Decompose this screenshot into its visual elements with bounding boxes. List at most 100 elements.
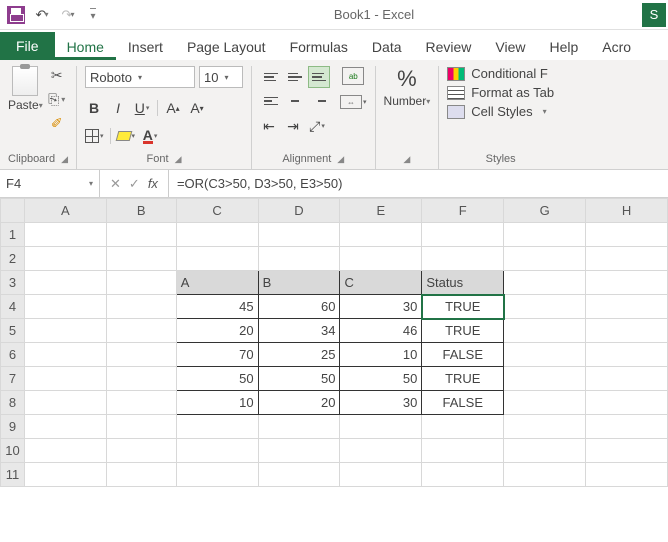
row-header[interactable]: 3 [1, 271, 25, 295]
cell[interactable] [586, 343, 668, 367]
cell[interactable]: 20 [176, 319, 258, 343]
column-header[interactable]: B [106, 199, 176, 223]
cell[interactable] [586, 391, 668, 415]
row-header[interactable]: 9 [1, 415, 25, 439]
align-bottom-button[interactable] [308, 66, 330, 88]
cell[interactable]: 70 [176, 343, 258, 367]
number-format-button[interactable]: Number▾ [384, 94, 431, 108]
cell[interactable] [422, 247, 504, 271]
cell-grid[interactable]: ABCDEFGH123ABCStatus4456030TRUE5203446TR… [0, 198, 668, 487]
paste-button[interactable]: Paste▾ [8, 98, 43, 112]
cell[interactable] [504, 223, 586, 247]
cell[interactable]: 10 [176, 391, 258, 415]
cell[interactable] [422, 463, 504, 487]
cell[interactable] [340, 463, 422, 487]
cell[interactable] [422, 223, 504, 247]
row-header[interactable]: 7 [1, 367, 25, 391]
cell[interactable] [106, 439, 176, 463]
cell[interactable] [24, 295, 106, 319]
row-header[interactable]: 6 [1, 343, 25, 367]
tab-view[interactable]: View [483, 33, 537, 60]
enter-formula-button[interactable]: ✓ [129, 176, 140, 192]
select-all-corner[interactable] [1, 199, 25, 223]
cell[interactable] [106, 223, 176, 247]
format-painter-button[interactable] [47, 114, 67, 132]
cell[interactable] [340, 439, 422, 463]
tab-formulas[interactable]: Formulas [278, 33, 360, 60]
column-header[interactable]: E [340, 199, 422, 223]
tab-data[interactable]: Data [360, 33, 414, 60]
align-right-button[interactable] [308, 90, 330, 112]
cell[interactable] [258, 463, 340, 487]
row-header[interactable]: 11 [1, 463, 25, 487]
cell-styles-button[interactable]: Cell Styles▾ [447, 104, 554, 119]
cell[interactable] [258, 223, 340, 247]
cell[interactable] [106, 415, 176, 439]
cell[interactable]: 25 [258, 343, 340, 367]
cell[interactable] [24, 367, 106, 391]
alignment-launcher[interactable]: ◢ [337, 154, 344, 165]
formula-input[interactable]: =OR(C3>50, D3>50, E3>50) [169, 170, 668, 197]
column-header[interactable]: C [176, 199, 258, 223]
font-color-button[interactable]: A▾ [141, 126, 159, 146]
cell[interactable] [176, 415, 258, 439]
copy-button[interactable]: ▾ [47, 90, 67, 108]
redo-button[interactable]: ↷▾ [56, 3, 80, 27]
cell[interactable] [586, 223, 668, 247]
borders-button[interactable]: ▾ [85, 126, 104, 146]
tab-insert[interactable]: Insert [116, 33, 175, 60]
cell[interactable]: Status [422, 271, 504, 295]
cell[interactable] [586, 295, 668, 319]
cell[interactable] [586, 439, 668, 463]
cell[interactable] [504, 295, 586, 319]
orientation-button[interactable]: ⤢▾ [308, 116, 326, 136]
column-header[interactable]: G [504, 199, 586, 223]
row-header[interactable]: 8 [1, 391, 25, 415]
row-header[interactable]: 2 [1, 247, 25, 271]
row-header[interactable]: 4 [1, 295, 25, 319]
cell[interactable] [24, 319, 106, 343]
cell[interactable] [504, 391, 586, 415]
cell[interactable] [24, 343, 106, 367]
cell[interactable] [24, 439, 106, 463]
cell[interactable] [422, 439, 504, 463]
cell[interactable]: 34 [258, 319, 340, 343]
name-box[interactable]: F4▾ [0, 170, 100, 197]
cell[interactable] [504, 343, 586, 367]
column-header[interactable]: F [422, 199, 504, 223]
cell[interactable] [24, 415, 106, 439]
cell[interactable]: 50 [340, 367, 422, 391]
save-button[interactable] [4, 3, 28, 27]
undo-button[interactable]: ↶▾ [30, 3, 54, 27]
cell[interactable] [504, 319, 586, 343]
font-size-combo[interactable]: 10▾ [199, 66, 243, 88]
cell[interactable]: 45 [176, 295, 258, 319]
tab-help[interactable]: Help [538, 33, 591, 60]
column-header[interactable]: D [258, 199, 340, 223]
cell[interactable] [24, 463, 106, 487]
format-as-table-button[interactable]: Format as Tab [447, 85, 554, 100]
cell[interactable]: 60 [258, 295, 340, 319]
cell[interactable] [258, 247, 340, 271]
tab-acrobat[interactable]: Acro [590, 33, 643, 60]
cell[interactable]: 46 [340, 319, 422, 343]
font-name-combo[interactable]: Roboto▾ [85, 66, 195, 88]
cell[interactable] [24, 247, 106, 271]
cell[interactable]: TRUE [422, 295, 504, 319]
worksheet[interactable]: ABCDEFGH123ABCStatus4456030TRUE5203446TR… [0, 198, 668, 487]
cut-button[interactable] [47, 66, 67, 84]
row-header[interactable]: 5 [1, 319, 25, 343]
shrink-font-button[interactable]: A▾ [188, 98, 206, 118]
cell[interactable]: 10 [340, 343, 422, 367]
customize-qat-button[interactable]: ▾ [82, 3, 106, 27]
cell[interactable]: TRUE [422, 367, 504, 391]
cell[interactable] [504, 415, 586, 439]
cell[interactable] [176, 439, 258, 463]
conditional-formatting-button[interactable]: Conditional F [447, 66, 554, 81]
cell[interactable] [176, 223, 258, 247]
cell[interactable]: B [258, 271, 340, 295]
cell[interactable] [422, 415, 504, 439]
cell[interactable] [176, 463, 258, 487]
align-left-button[interactable] [260, 90, 282, 112]
italic-button[interactable]: I [109, 98, 127, 118]
